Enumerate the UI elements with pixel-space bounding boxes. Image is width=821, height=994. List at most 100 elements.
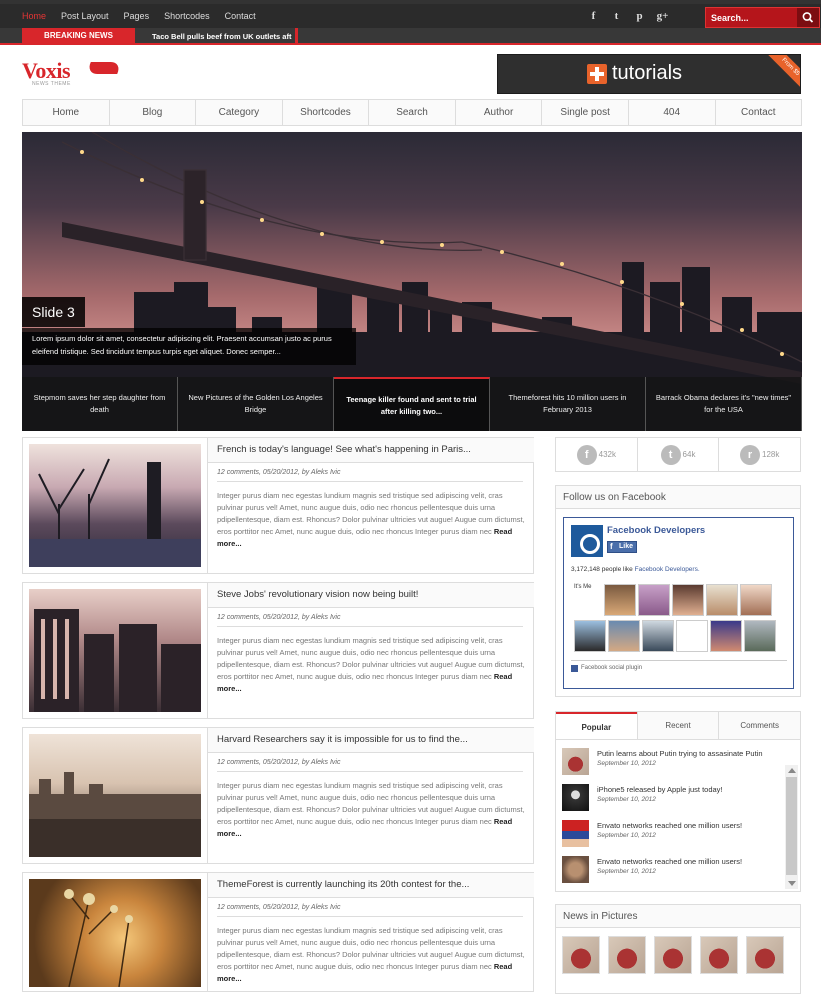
search-icon <box>802 12 814 23</box>
nav-home[interactable]: Home <box>23 100 110 125</box>
slider-thumb[interactable]: Stepmom saves her step daughter from dea… <box>22 377 178 431</box>
logo-tagline: NEWS THEME <box>32 81 71 87</box>
topnav-post-layout[interactable]: Post Layout <box>61 11 109 21</box>
tab-recent[interactable]: Recent <box>636 712 719 739</box>
nav-category[interactable]: Category <box>196 100 283 125</box>
search-button[interactable] <box>797 8 819 27</box>
popular-thumbnail[interactable] <box>562 748 589 775</box>
fan-avatar[interactable] <box>740 584 772 616</box>
post-title[interactable]: Harvard Researchers say it is impossible… <box>217 734 468 745</box>
twitter-counter[interactable]: t 64k <box>638 438 720 471</box>
news-picture[interactable] <box>746 936 784 974</box>
facebook-like-count: 3,172,148 people like Facebook Developer… <box>571 566 700 573</box>
facebook-like-button[interactable]: Like <box>607 541 637 553</box>
fan-name: It's Me <box>574 584 592 590</box>
popular-title[interactable]: Envato networks reached one million user… <box>597 857 782 866</box>
post-title[interactable]: ThemeForest is currently launching its 2… <box>217 879 469 890</box>
scroll-down-icon[interactable] <box>788 881 796 886</box>
fan-avatar[interactable] <box>744 620 776 652</box>
fan-avatar[interactable] <box>642 620 674 652</box>
popular-title[interactable]: Putin learns about Putin trying to assas… <box>597 749 782 758</box>
like-count-link[interactable]: Facebook Developers. <box>635 566 700 573</box>
fan-avatar[interactable] <box>604 584 636 616</box>
popular-date: September 10, 2012 <box>597 760 656 767</box>
ad-ribbon: From $5 <box>764 55 800 93</box>
news-picture[interactable] <box>700 936 738 974</box>
scrollbar[interactable] <box>785 765 798 889</box>
picture-grid <box>562 936 792 974</box>
rss-counter[interactable]: r 128k <box>719 438 800 471</box>
facebook-developers-logo[interactable] <box>571 525 603 557</box>
nav-contact[interactable]: Contact <box>716 100 802 125</box>
topnav-shortcodes[interactable]: Shortcodes <box>164 11 210 21</box>
news-picture[interactable] <box>562 936 600 974</box>
nav-404[interactable]: 404 <box>629 100 716 125</box>
facebook-counter[interactable]: f 432k <box>556 438 638 471</box>
popular-date: September 10, 2012 <box>597 868 656 875</box>
pinterest-icon[interactable]: p <box>628 7 651 25</box>
slider-thumb[interactable]: Barrack Obama declares it's "new times" … <box>646 377 802 431</box>
ad-banner[interactable]: tutorials From $5 <box>497 54 801 94</box>
post-title[interactable]: French is today's language! See what's h… <box>217 444 471 455</box>
social-counters: f 432k t 64k r 128k <box>555 437 801 472</box>
topnav-pages[interactable]: Pages <box>124 11 150 21</box>
ad-text: tutorials <box>612 62 683 84</box>
search-input[interactable] <box>706 8 798 27</box>
popular-title[interactable]: iPhone5 released by Apple just today! <box>597 785 782 794</box>
post-thumbnail[interactable] <box>29 444 201 567</box>
fan-avatar[interactable] <box>574 620 606 652</box>
popular-title[interactable]: Envato networks reached one million user… <box>597 821 782 830</box>
topnav-contact[interactable]: Contact <box>225 11 256 21</box>
breaking-news-label: BREAKING NEWS <box>22 28 135 45</box>
fan-avatar[interactable]: It's Me <box>574 584 602 616</box>
post-thumbnail[interactable] <box>29 879 201 987</box>
scroll-up-icon[interactable] <box>788 768 796 773</box>
post-meta: 12 comments, 05/20/2012, by Aleks Ivic <box>217 759 523 772</box>
plus-icon <box>587 64 607 84</box>
fan-avatar[interactable] <box>710 620 742 652</box>
post-excerpt-text: Integer purus diam nec egestas lundium m… <box>217 491 525 537</box>
post-thumbnail[interactable] <box>29 589 201 712</box>
slider-thumb-active[interactable]: Teenage killer found and sent to trial a… <box>334 377 490 431</box>
site-logo[interactable]: Voxis NEWS THEME <box>22 58 123 88</box>
nav-search[interactable]: Search <box>369 100 456 125</box>
fan-avatar[interactable] <box>608 620 640 652</box>
facebook-page-name[interactable]: Facebook Developers <box>607 525 705 536</box>
fan-avatar[interactable] <box>672 584 704 616</box>
logo-swoosh <box>85 62 123 74</box>
facebook-social-plugin-label: Facebook social plugin <box>571 660 787 672</box>
fan-avatar[interactable] <box>676 620 708 652</box>
tab-comments[interactable]: Comments <box>718 712 801 739</box>
top-bar: Home Post Layout Pages Shortcodes Contac… <box>0 0 821 28</box>
slider-thumb[interactable]: Themeforest hits 10 million users in Feb… <box>490 377 646 431</box>
twitter-icon[interactable]: t <box>605 7 628 25</box>
news-picture[interactable] <box>608 936 646 974</box>
post-thumbnail[interactable] <box>29 734 201 857</box>
nav-author[interactable]: Author <box>456 100 543 125</box>
post-card: Steve Jobs' revolutionary vision now bei… <box>22 582 534 719</box>
nav-single-post[interactable]: Single post <box>542 100 629 125</box>
post-excerpt-text: Integer purus diam nec egestas lundium m… <box>217 781 525 827</box>
nav-blog[interactable]: Blog <box>110 100 197 125</box>
google-plus-icon[interactable]: g+ <box>651 7 674 25</box>
like-count-prefix: 3,172,148 people like <box>571 566 635 573</box>
slider-thumb[interactable]: New Pictures of the Golden Los Angeles B… <box>178 377 334 431</box>
topnav-home[interactable]: Home <box>22 11 46 21</box>
fan-avatar[interactable] <box>706 584 738 616</box>
post-meta: 12 comments, 05/20/2012, by Aleks Ivic <box>217 904 523 917</box>
post-excerpt: Integer purus diam nec egestas lundium m… <box>217 490 527 550</box>
facebook-icon: f <box>576 444 597 465</box>
scrollbar-thumb[interactable] <box>786 777 797 875</box>
featured-slider[interactable]: Slide 3 Lorem ipsum dolor sit amet, cons… <box>22 132 802 431</box>
facebook-icon[interactable]: f <box>582 7 605 25</box>
post-excerpt-text: Integer purus diam nec egestas lundium m… <box>217 926 525 972</box>
post-title[interactable]: Steve Jobs' revolutionary vision now bei… <box>217 589 418 600</box>
popular-thumbnail[interactable] <box>562 856 589 883</box>
fan-avatar[interactable] <box>638 584 670 616</box>
popular-thumbnail[interactable] <box>562 820 589 847</box>
news-picture[interactable] <box>654 936 692 974</box>
breaking-news-headline[interactable]: Taco Bell pulls beef from UK outlets aft <box>152 28 299 45</box>
nav-shortcodes[interactable]: Shortcodes <box>283 100 370 125</box>
tab-popular[interactable]: Popular <box>556 712 637 739</box>
popular-thumbnail[interactable] <box>562 784 589 811</box>
